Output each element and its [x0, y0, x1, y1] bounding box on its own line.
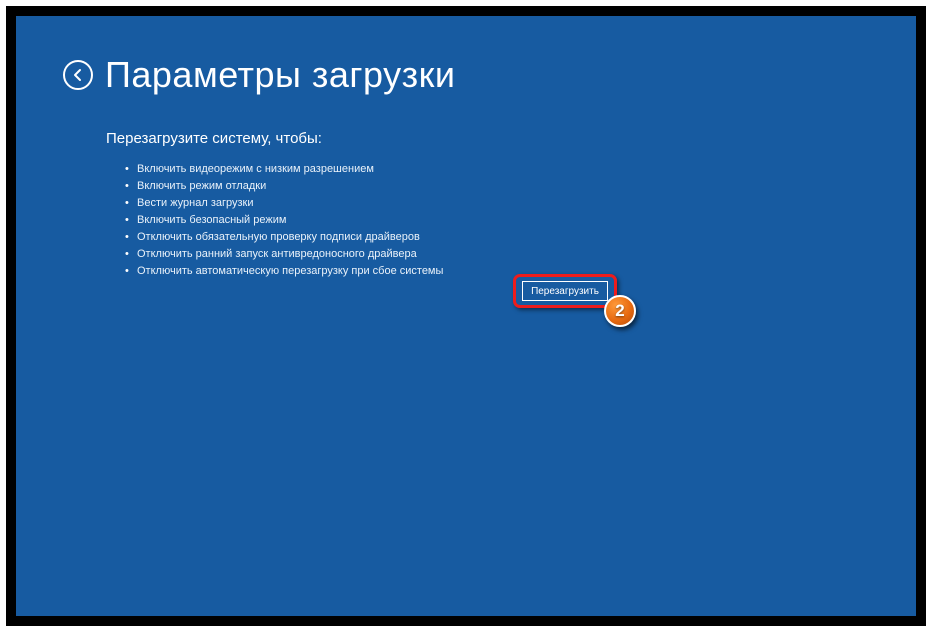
option-item: Отключить ранний запуск антивредоносного…	[125, 246, 916, 263]
option-item: Включить режим отладки	[125, 178, 916, 195]
subtitle: Перезагрузите систему, чтобы:	[106, 130, 916, 147]
restart-highlight: Перезагрузить	[513, 274, 617, 308]
inner-frame: Параметры загрузки Перезагрузите систему…	[6, 6, 926, 626]
option-item: Вести журнал загрузки	[125, 195, 916, 212]
back-arrow-icon	[71, 68, 85, 82]
restart-button[interactable]: Перезагрузить	[522, 281, 608, 301]
option-item: Отключить обязательную проверку подписи …	[125, 229, 916, 246]
options-list: Включить видеорежим с низким разрешением…	[125, 161, 916, 280]
annotation-badge: 2	[604, 295, 636, 327]
back-button[interactable]	[63, 60, 93, 90]
startup-settings-screen: Параметры загрузки Перезагрузите систему…	[16, 16, 916, 616]
option-item: Включить видеорежим с низким разрешением	[125, 161, 916, 178]
page-title: Параметры загрузки	[105, 54, 916, 96]
outer-frame: Параметры загрузки Перезагрузите систему…	[0, 0, 932, 632]
option-item: Включить безопасный режим	[125, 212, 916, 229]
